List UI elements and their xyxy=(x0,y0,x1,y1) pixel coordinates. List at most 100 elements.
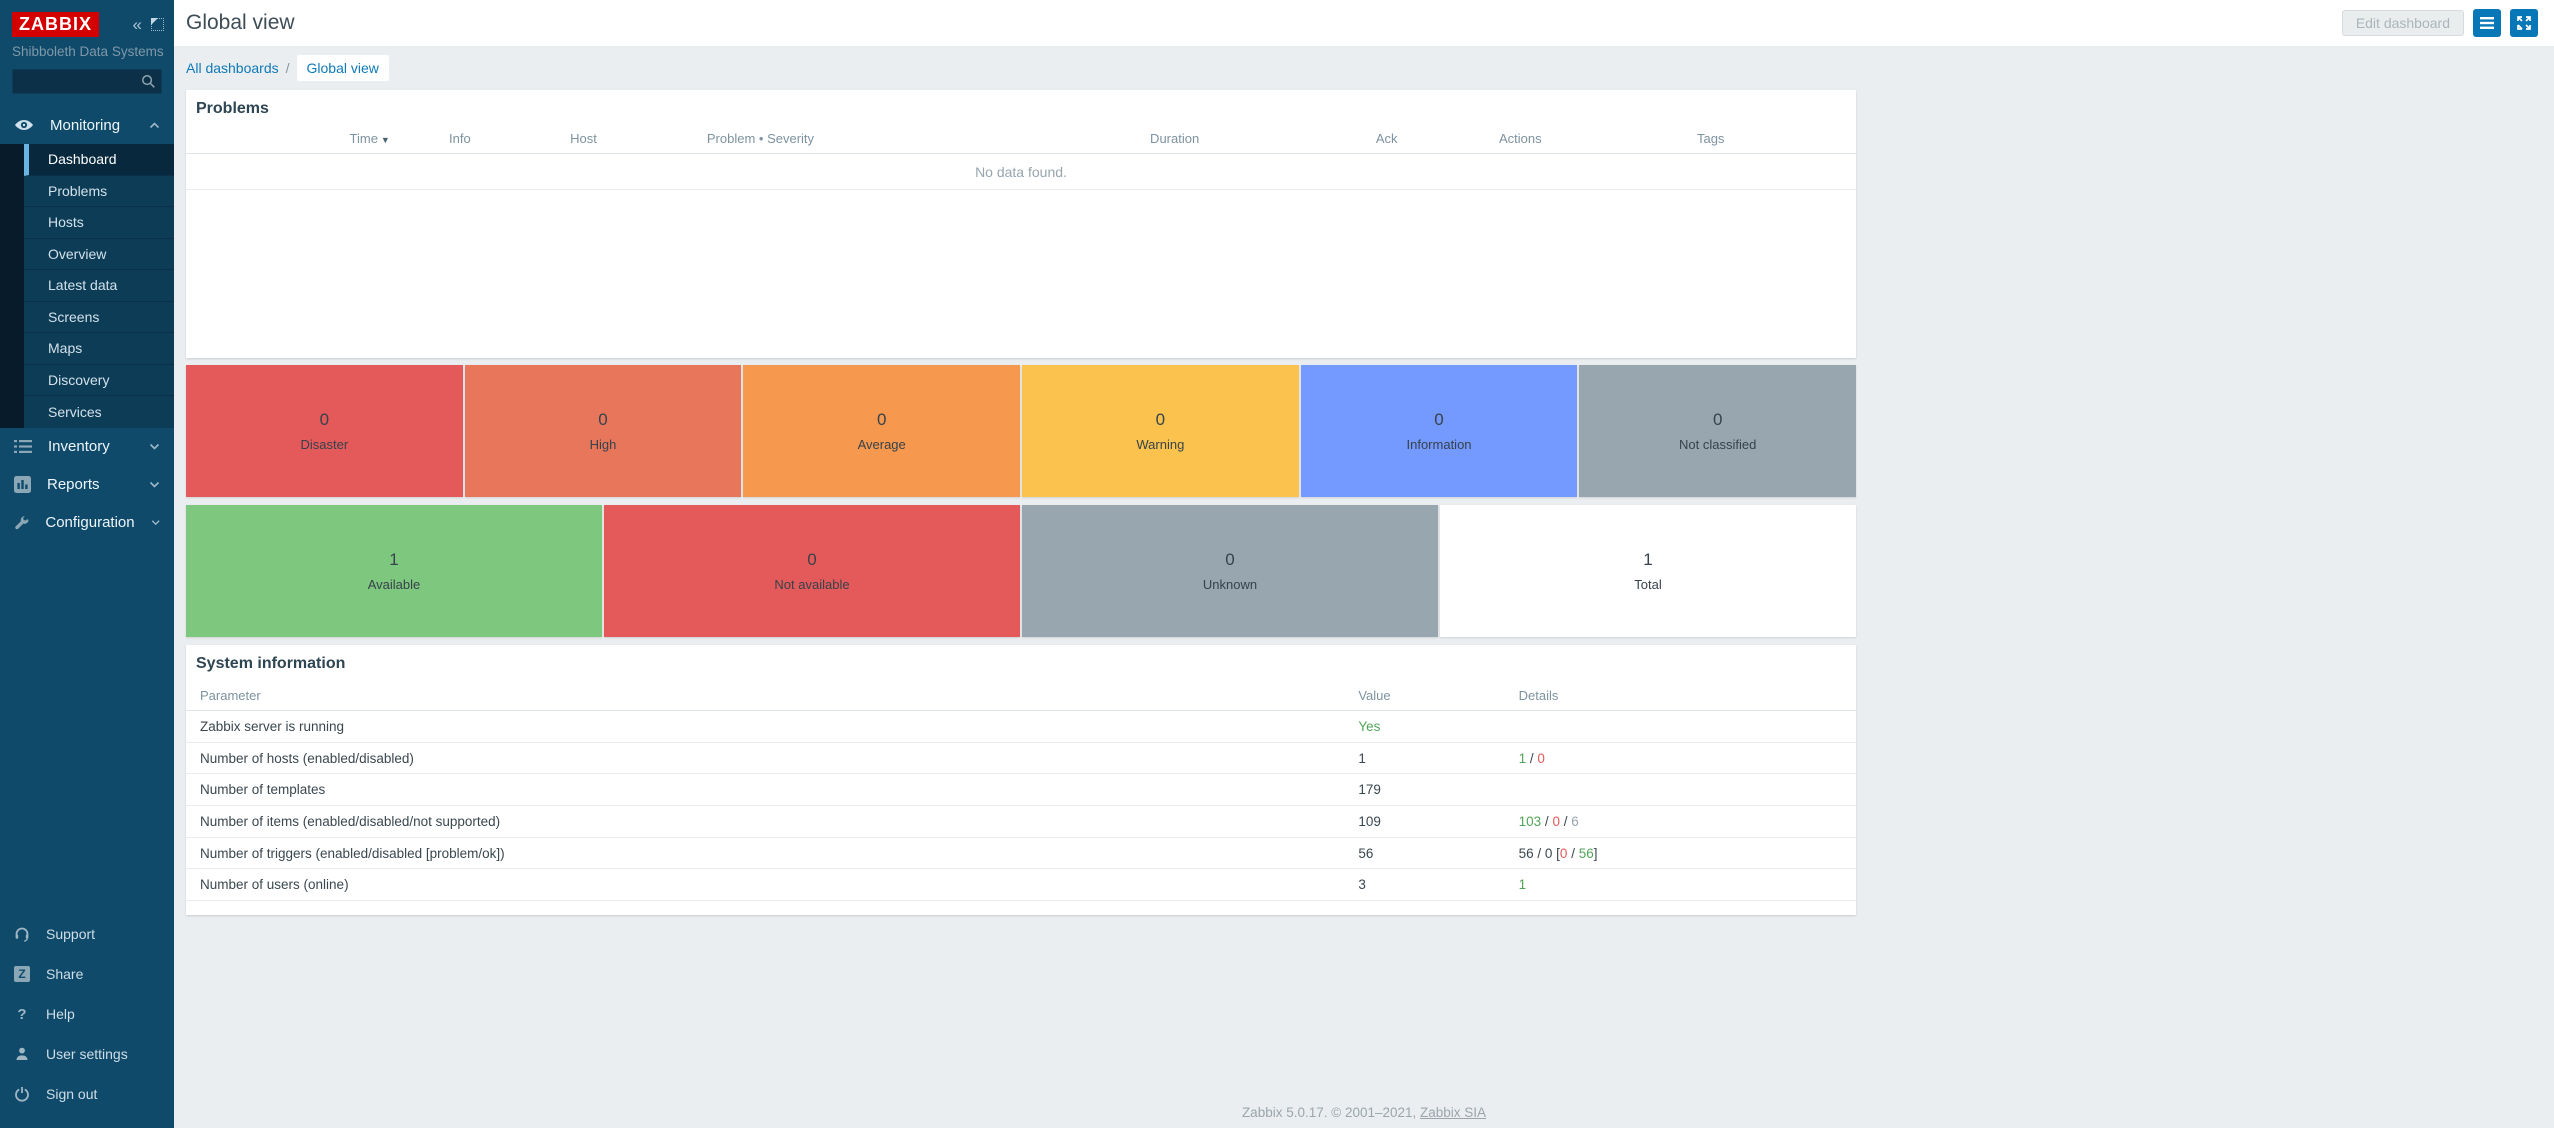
column-header-time[interactable]: Time▼ xyxy=(350,131,390,146)
severity-label: Warning xyxy=(1136,437,1184,452)
column-header-tags: Tags xyxy=(1697,131,1724,146)
sidebar-item-overview[interactable]: Overview xyxy=(24,239,174,271)
sidebar-item-label: Help xyxy=(46,1006,75,1022)
severity-card-not-classified: 0 Not classified xyxy=(1579,365,1856,497)
user-icon xyxy=(14,1046,30,1062)
sidebar-item-user-settings[interactable]: User settings xyxy=(0,1034,174,1074)
sidebar-item-label: Dashboard xyxy=(48,151,117,167)
sidebar-item-label: Problems xyxy=(48,183,107,199)
sidebar-item-maps[interactable]: Maps xyxy=(24,333,174,365)
sidebar-item-services[interactable]: Services xyxy=(24,396,174,428)
power-icon xyxy=(14,1086,30,1102)
sidebar-item-label: Services xyxy=(48,404,102,420)
sidebar-item-label: Screens xyxy=(48,309,99,325)
headset-icon xyxy=(14,926,30,942)
sidebar-item-support[interactable]: Support xyxy=(0,914,174,954)
sidebar-item-label: Sign out xyxy=(46,1086,97,1102)
table-row: Number of hosts (enabled/disabled) 1 1 /… xyxy=(186,743,1856,775)
severity-count: 0 xyxy=(598,410,607,430)
column-header-parameter: Parameter xyxy=(186,688,1358,703)
search-icon xyxy=(141,74,156,89)
zabbix-sia-link[interactable]: Zabbix SIA xyxy=(1420,1105,1486,1120)
host-availability-widget: 1 Available 0 Not available 0 Unknown 1 … xyxy=(186,505,1856,637)
hamburger-icon xyxy=(2480,17,2494,29)
value-cell: 3 xyxy=(1358,877,1518,892)
value-cell: Yes xyxy=(1358,719,1518,734)
search-input[interactable] xyxy=(12,69,162,94)
table-row: Zabbix server is running Yes xyxy=(186,711,1856,743)
sidebar-header: ZABBIX « xyxy=(0,0,174,37)
value-cell: 1 xyxy=(1358,751,1518,766)
parameter-cell: Number of users (online) xyxy=(186,877,1358,892)
availability-card-available: 1 Available xyxy=(186,505,602,637)
hide-sidebar-icon[interactable] xyxy=(151,18,164,31)
sidebar-item-label: Latest data xyxy=(48,277,117,293)
sidebar-item-label: User settings xyxy=(46,1046,128,1062)
problems-by-severity-widget: 0 Disaster 0 High 0 Average 0 Warning 0 xyxy=(186,365,1856,497)
sidebar-item-label: Hosts xyxy=(48,214,84,230)
zabbix-logo[interactable]: ZABBIX xyxy=(12,12,99,37)
severity-label: Average xyxy=(858,437,906,452)
widget-title: System information xyxy=(186,645,1856,681)
top-bar: Global view Edit dashboard xyxy=(174,0,2554,46)
question-icon: ? xyxy=(14,1006,30,1023)
dashboard-menu-button[interactable] xyxy=(2473,9,2501,37)
availability-card-not-available: 0 Not available xyxy=(604,505,1020,637)
monitoring-submenu: Dashboard Problems Hosts Overview Latest… xyxy=(0,144,174,428)
sidebar-item-label: Overview xyxy=(48,246,106,262)
eye-icon xyxy=(14,117,34,133)
column-header-problem-severity: Problem • Severity xyxy=(707,131,814,146)
parameter-cell: Number of triggers (enabled/disabled [pr… xyxy=(186,846,1358,861)
breadcrumb-current[interactable]: Global view xyxy=(297,55,389,81)
parameter-cell: Number of hosts (enabled/disabled) xyxy=(186,751,1358,766)
sidebar-item-dashboard[interactable]: Dashboard xyxy=(24,144,174,176)
chevron-down-icon xyxy=(151,519,160,526)
parameter-cell: Number of items (enabled/disabled/not su… xyxy=(186,814,1358,829)
sidebar-item-sign-out[interactable]: Sign out xyxy=(0,1074,174,1114)
sidebar-group-label: Inventory xyxy=(48,438,110,455)
sidebar-item-help[interactable]: ? Help xyxy=(0,994,174,1034)
sidebar-item-label: Support xyxy=(46,926,95,942)
table-row: Number of users (online) 3 1 xyxy=(186,869,1856,901)
collapse-sidebar-icon[interactable]: « xyxy=(133,16,142,33)
availability-label: Total xyxy=(1634,577,1661,592)
sidebar-nav: Monitoring Dashboard Problems Hosts Over… xyxy=(0,106,174,542)
availability-card-unknown: 0 Unknown xyxy=(1022,505,1438,637)
severity-card-high: 0 High xyxy=(465,365,742,497)
sidebar-group-monitoring[interactable]: Monitoring xyxy=(0,106,174,144)
sidebar-group-configuration[interactable]: Configuration xyxy=(0,504,174,542)
value-cell: 56 xyxy=(1358,846,1518,861)
popout-arrow-icon xyxy=(151,18,158,25)
kiosk-mode-button[interactable] xyxy=(2510,9,2538,37)
availability-count: 0 xyxy=(807,550,816,570)
availability-card-total: 1 Total xyxy=(1440,505,1856,637)
sidebar-item-label: Discovery xyxy=(48,372,109,388)
severity-count: 0 xyxy=(320,410,329,430)
details-cell: 1 xyxy=(1519,877,1856,892)
page-title: Global view xyxy=(186,11,295,35)
chevron-up-icon xyxy=(149,122,160,129)
availability-label: Available xyxy=(368,577,421,592)
parameter-cell: Zabbix server is running xyxy=(186,719,1358,734)
sidebar-group-reports[interactable]: Reports xyxy=(0,466,174,504)
footer-text: Zabbix 5.0.17. © 2001–2021, xyxy=(1242,1105,1420,1120)
sidebar-group-label: Configuration xyxy=(45,514,134,531)
severity-count: 0 xyxy=(1434,410,1443,430)
sidebar-item-problems[interactable]: Problems xyxy=(24,176,174,208)
availability-count: 1 xyxy=(389,550,398,570)
parameter-cell: Number of templates xyxy=(186,782,1358,797)
sidebar-item-hosts[interactable]: Hosts xyxy=(24,207,174,239)
severity-card-average: 0 Average xyxy=(743,365,1020,497)
sidebar-item-share[interactable]: Z Share xyxy=(0,954,174,994)
severity-count: 0 xyxy=(877,410,886,430)
availability-label: Unknown xyxy=(1203,577,1257,592)
sidebar-item-discovery[interactable]: Discovery xyxy=(24,365,174,397)
system-information-widget: System information Parameter Value Detai… xyxy=(186,645,1856,915)
sidebar-item-screens[interactable]: Screens xyxy=(24,302,174,334)
severity-count: 0 xyxy=(1713,410,1722,430)
sidebar-item-label: Share xyxy=(46,966,83,982)
edit-dashboard-button[interactable]: Edit dashboard xyxy=(2342,10,2464,36)
sidebar-group-inventory[interactable]: Inventory xyxy=(0,428,174,466)
breadcrumb-all-dashboards[interactable]: All dashboards xyxy=(186,60,279,76)
sidebar-item-latest-data[interactable]: Latest data xyxy=(24,270,174,302)
